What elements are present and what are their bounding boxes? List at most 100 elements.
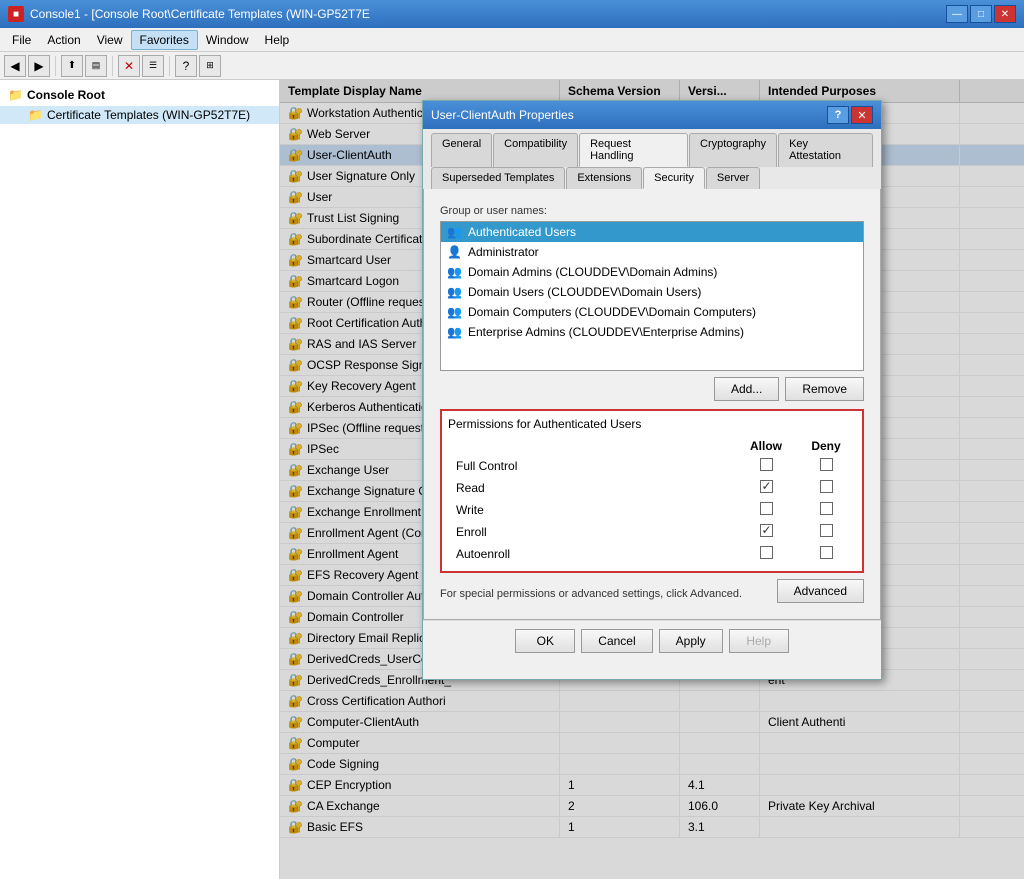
perm-deny-enroll[interactable]	[820, 524, 833, 537]
toolbar: ◀ ▶ ⬆ ▤ ✕ ☰ ? ⊞	[0, 52, 1024, 80]
dialog-help-button[interactable]: ?	[827, 106, 849, 124]
remove-button[interactable]: Remove	[785, 377, 864, 401]
perm-allow-write[interactable]	[760, 502, 773, 515]
tabs-row1-container: General Compatibility Request Handling C…	[431, 133, 873, 167]
window-controls: — □ ✕	[946, 5, 1016, 23]
perm-deny-autoenroll[interactable]	[820, 546, 833, 559]
perm-col-deny: Deny	[796, 437, 856, 455]
folder-icon: 📁	[8, 88, 23, 102]
minimize-button[interactable]: —	[946, 5, 968, 23]
delete-button[interactable]: ✕	[118, 55, 140, 77]
perm-row-write: Write	[448, 499, 856, 521]
advanced-button[interactable]: Advanced	[777, 579, 864, 603]
ok-button[interactable]: OK	[515, 629, 575, 653]
sidebar-console-root[interactable]: 📁 Console Root	[0, 84, 279, 106]
perm-name-enroll: Enroll	[448, 521, 736, 543]
tab-extensions[interactable]: Extensions	[566, 167, 642, 189]
perm-allow-enroll[interactable]	[760, 524, 773, 537]
menu-view[interactable]: View	[89, 31, 131, 49]
user-item-domain-admins[interactable]: 👥 Domain Admins (CLOUDDEV\Domain Admins)	[441, 262, 863, 282]
tabs-row2-container: Superseded Templates Extensions Security…	[431, 167, 873, 189]
perm-allow-autoenroll[interactable]	[760, 546, 773, 559]
cert-templates-label: Certificate Templates (WIN-GP52T7E)	[47, 108, 250, 122]
perm-col-allow: Allow	[736, 437, 796, 455]
close-button[interactable]: ✕	[994, 5, 1016, 23]
modal-overlay: User-ClientAuth Properties ? ✕ General C…	[280, 80, 1024, 879]
perm-row-read: Read	[448, 477, 856, 499]
special-perms-text: For special permissions or advanced sett…	[440, 588, 742, 600]
user-label-domain-users: Domain Users (CLOUDDEV\Domain Users)	[468, 285, 701, 299]
window-title: Console1 - [Console Root\Certificate Tem…	[30, 7, 370, 21]
user-label-enterprise-admins: Enterprise Admins (CLOUDDEV\Enterprise A…	[468, 325, 744, 339]
tab-content-security: Group or user names: 👥 Authenticated Use…	[423, 189, 881, 620]
sidebar-cert-templates[interactable]: 📁 Certificate Templates (WIN-GP52T7E)	[0, 106, 279, 124]
menu-action[interactable]: Action	[39, 31, 88, 49]
user-label-domain-admins: Domain Admins (CLOUDDEV\Domain Admins)	[468, 265, 717, 279]
perm-deny-full-control[interactable]	[820, 458, 833, 471]
apply-button[interactable]: Apply	[659, 629, 723, 653]
tabs-row1: General Compatibility Request Handling C…	[423, 129, 881, 167]
user-icon-domain-users: 👥	[447, 285, 462, 299]
dialog-title-bar: User-ClientAuth Properties ? ✕	[423, 101, 881, 129]
user-item-enterprise-admins[interactable]: 👥 Enterprise Admins (CLOUDDEV\Enterprise…	[441, 322, 863, 342]
perm-row-autoenroll: Autoenroll	[448, 543, 856, 565]
tab-superseded-templates[interactable]: Superseded Templates	[431, 167, 565, 189]
app-icon: ■	[8, 6, 24, 22]
user-label-domain-computers: Domain Computers (CLOUDDEV\Domain Comput…	[468, 305, 756, 319]
maximize-button[interactable]: □	[970, 5, 992, 23]
perm-deny-write[interactable]	[820, 502, 833, 515]
permissions-table: Allow Deny Full Control	[448, 437, 856, 565]
perm-allow-full-control[interactable]	[760, 458, 773, 471]
user-icon-authenticated: 👥	[447, 225, 462, 239]
help-footer-button[interactable]: Help	[729, 629, 789, 653]
user-icon-administrator: 👤	[447, 245, 462, 259]
up-button[interactable]: ⬆	[61, 55, 83, 77]
menu-file[interactable]: File	[4, 31, 39, 49]
sidebar: 📁 Console Root 📁 Certificate Templates (…	[0, 80, 280, 879]
dialog-controls: ? ✕	[827, 106, 873, 124]
properties-button[interactable]: ☰	[142, 55, 164, 77]
help-icon-button[interactable]: ?	[175, 55, 197, 77]
show-hide-button[interactable]: ▤	[85, 55, 107, 77]
perm-name-autoenroll: Autoenroll	[448, 543, 736, 565]
dialog-close-button[interactable]: ✕	[851, 106, 873, 124]
main-layout: 📁 Console Root 📁 Certificate Templates (…	[0, 80, 1024, 879]
permissions-title: Permissions for Authenticated Users	[448, 417, 856, 431]
perm-name-read: Read	[448, 477, 736, 499]
view-button[interactable]: ⊞	[199, 55, 221, 77]
user-item-domain-users[interactable]: 👥 Domain Users (CLOUDDEV\Domain Users)	[441, 282, 863, 302]
add-button[interactable]: Add...	[714, 377, 779, 401]
user-item-domain-computers[interactable]: 👥 Domain Computers (CLOUDDEV\Domain Comp…	[441, 302, 863, 322]
tab-key-attestation[interactable]: Key Attestation	[778, 133, 873, 167]
perm-name-write: Write	[448, 499, 736, 521]
user-icon-domain-admins: 👥	[447, 265, 462, 279]
tab-security[interactable]: Security	[643, 167, 705, 189]
perm-row-enroll: Enroll	[448, 521, 856, 543]
user-item-administrator[interactable]: 👤 Administrator	[441, 242, 863, 262]
menu-favorites[interactable]: Favorites	[131, 30, 198, 50]
title-bar: ■ Console1 - [Console Root\Certificate T…	[0, 0, 1024, 28]
console-root-label: Console Root	[27, 88, 105, 102]
cancel-button[interactable]: Cancel	[581, 629, 652, 653]
tab-general[interactable]: General	[431, 133, 492, 167]
tab-request-handling[interactable]: Request Handling	[579, 133, 688, 167]
forward-button[interactable]: ▶	[28, 55, 50, 77]
dialog-footer: OK Cancel Apply Help	[423, 620, 881, 661]
tabs-row2-wrapper: Superseded Templates Extensions Security…	[423, 167, 881, 189]
menu-help[interactable]: Help	[257, 31, 298, 49]
dialog-body: Group or user names: 👥 Authenticated Use…	[432, 197, 872, 611]
user-item-authenticated-users[interactable]: 👥 Authenticated Users	[441, 222, 863, 242]
menu-window[interactable]: Window	[198, 31, 257, 49]
tab-compatibility[interactable]: Compatibility	[493, 133, 578, 167]
perm-row-full-control: Full Control	[448, 455, 856, 477]
user-list: 👥 Authenticated Users 👤 Administrator 👥 …	[440, 221, 864, 371]
perm-name-full-control: Full Control	[448, 455, 736, 477]
user-label-administrator: Administrator	[468, 245, 539, 259]
user-buttons-row: Add... Remove	[440, 377, 864, 401]
back-button[interactable]: ◀	[4, 55, 26, 77]
perm-allow-read[interactable]	[760, 480, 773, 493]
tab-cryptography[interactable]: Cryptography	[689, 133, 777, 167]
user-icon-domain-computers: 👥	[447, 305, 462, 319]
tab-server[interactable]: Server	[706, 167, 760, 189]
perm-deny-read[interactable]	[820, 480, 833, 493]
